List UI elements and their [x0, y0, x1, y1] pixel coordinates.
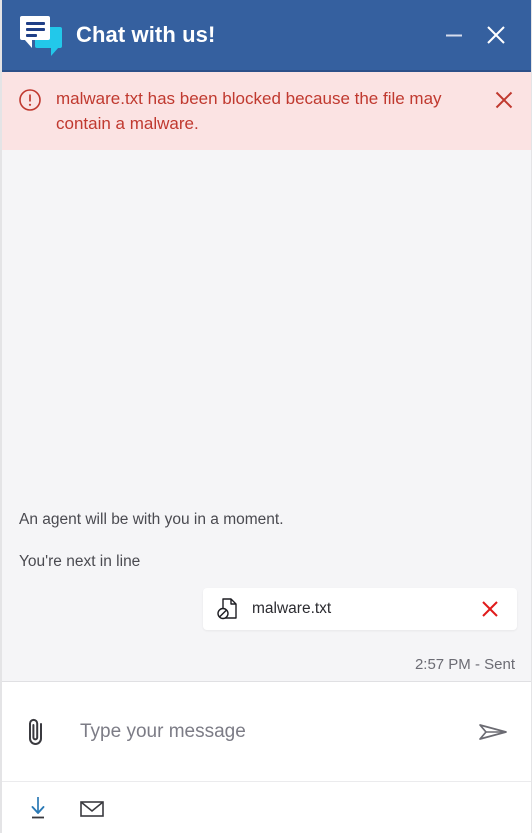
system-message: An agent will be with you in a moment.: [19, 511, 284, 528]
malware-alert-banner: malware.txt has been blocked because the…: [2, 72, 531, 150]
attachment-row: malware.txt: [19, 588, 517, 630]
window-title: Chat with us!: [76, 22, 216, 47]
attachment-card[interactable]: malware.txt: [203, 588, 517, 630]
envelope-icon[interactable]: [73, 791, 111, 825]
download-icon[interactable]: [19, 791, 57, 825]
chat-bubbles-icon: [18, 14, 64, 56]
blocked-file-icon: [216, 597, 238, 621]
send-paper-plane-icon[interactable]: [473, 713, 513, 751]
queue-position-message: You're next in line: [19, 553, 141, 570]
paperclip-icon[interactable]: [19, 715, 53, 749]
remove-attachment-button[interactable]: [477, 596, 503, 622]
bottom-action-bar: [2, 782, 531, 833]
minimize-button[interactable]: [433, 14, 475, 56]
chat-widget-window: Chat with us! malware.txt has been block…: [0, 0, 532, 833]
message-composer: [2, 682, 531, 782]
alert-message: malware.txt has been blocked because the…: [56, 89, 442, 133]
alert-close-button[interactable]: [489, 85, 519, 115]
exclamation-circle-icon: [18, 88, 42, 112]
message-input[interactable]: [53, 711, 473, 752]
close-window-button[interactable]: [475, 14, 517, 56]
window-titlebar: Chat with us!: [2, 0, 531, 72]
message-status: 2:57 PM - Sent: [414, 656, 515, 673]
chat-message-list: An agent will be with you in a moment. Y…: [2, 150, 531, 682]
attachment-filename: malware.txt: [252, 600, 332, 617]
